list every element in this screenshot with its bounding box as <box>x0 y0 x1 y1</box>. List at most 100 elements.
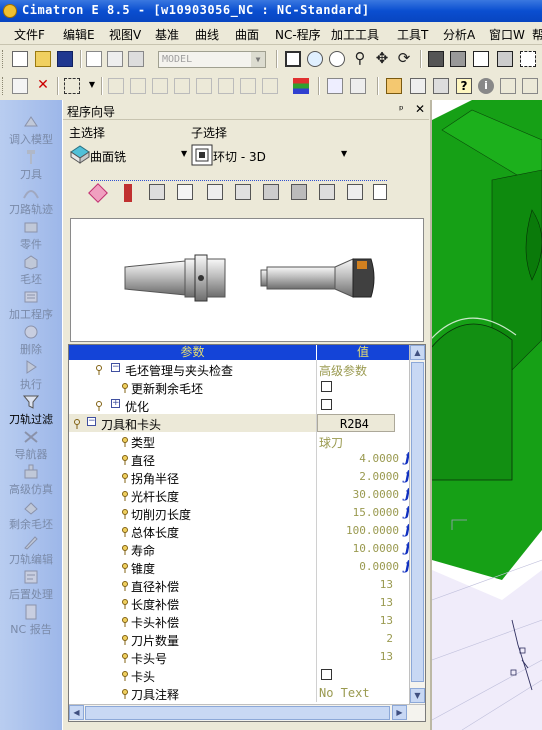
param-row[interactable]: − 毛坯管理与夹头检查 高级参数 <box>69 360 409 378</box>
param-value-cell[interactable]: 15.0000 ƒ <box>317 504 411 522</box>
collapse-toggle-icon[interactable]: − <box>87 417 96 426</box>
open-folder-icon[interactable] <box>35 51 51 67</box>
eraser-icon[interactable] <box>88 183 108 203</box>
simulation-step-icon[interactable] <box>291 184 307 200</box>
geometry-step-icon[interactable] <box>149 184 165 200</box>
param-value-cell[interactable]: R2B4 <box>317 414 395 432</box>
menu-view[interactable]: 视图V <box>109 26 141 43</box>
sidebar-item-filter[interactable]: 刀轨过滤 <box>0 394 62 428</box>
scroll-right-icon[interactable]: ▶ <box>392 705 407 720</box>
param-row[interactable]: 卡头补偿 13 <box>69 612 409 630</box>
copy-icon[interactable] <box>107 51 123 67</box>
collapse-toggle-icon[interactable]: − <box>111 363 120 372</box>
param-value-cell[interactable]: 高级参数 <box>317 360 409 378</box>
param-row[interactable]: 卡头 <box>69 666 409 684</box>
param-value-cell[interactable]: 30.0000 ƒ <box>317 486 411 504</box>
param-row[interactable]: 锥度 0.0000 ƒ <box>69 558 411 576</box>
info-icon[interactable]: i <box>478 78 494 94</box>
select-filter-icon[interactable] <box>12 78 28 94</box>
toolbar-grip[interactable] <box>2 77 6 95</box>
zoom-all-icon[interactable] <box>285 51 301 67</box>
menu-help[interactable]: 帮 <box>532 26 542 43</box>
param-row[interactable]: 拐角半径 2.0000 ƒ <box>69 468 411 486</box>
menu-surface[interactable]: 曲面 <box>235 26 259 43</box>
hidden-line-icon[interactable] <box>497 51 513 67</box>
menu-tools[interactable]: 工具T <box>397 26 428 43</box>
folder-step-icon[interactable] <box>235 184 251 200</box>
layer-swap-icon[interactable] <box>293 78 309 94</box>
param-value-cell[interactable]: 2.0000 ƒ <box>317 468 411 486</box>
sidebar-item-import-model[interactable]: 调入模型 <box>0 114 62 148</box>
report-step-icon[interactable] <box>373 184 387 200</box>
rotate-icon[interactable]: ⟳ <box>396 51 412 67</box>
chevron-down-icon[interactable]: ▼ <box>251 52 265 67</box>
menu-window[interactable]: 窗口W <box>489 26 525 43</box>
menu-file[interactable]: 文件F <box>14 26 45 43</box>
param-value-cell[interactable]: 13 <box>317 594 409 612</box>
table-step-icon[interactable] <box>177 184 193 200</box>
menu-curve[interactable]: 曲线 <box>195 26 219 43</box>
param-row[interactable]: + 优化 <box>69 396 409 414</box>
hscroll-thumb[interactable] <box>85 706 390 720</box>
zoom-window-icon[interactable] <box>307 51 323 67</box>
model-viewport[interactable] <box>432 100 542 730</box>
nc-wizard-icon[interactable] <box>386 78 402 94</box>
tool-step-icon[interactable] <box>124 184 132 202</box>
param-value-cell[interactable]: 13 <box>317 576 409 594</box>
param-checkbox[interactable] <box>321 381 332 392</box>
cut-icon[interactable] <box>86 51 102 67</box>
sidebar-item-tool[interactable]: 刀具 <box>0 149 62 183</box>
scroll-left-icon[interactable]: ◀ <box>69 705 84 720</box>
sub-select-dropdown[interactable]: 环切 - 3D ▼ <box>191 144 351 166</box>
verify-step-icon[interactable] <box>319 184 335 200</box>
shaded-cube-icon[interactable] <box>428 51 444 67</box>
sidebar-item-navigator[interactable]: 导航器 <box>0 429 62 463</box>
param-value-cell[interactable]: 10.0000 ƒ <box>317 540 411 558</box>
vertical-scrollbar[interactable]: ▲ ▼ <box>409 345 425 704</box>
param-checkbox[interactable] <box>321 399 332 410</box>
param-value-cell[interactable]: 球刀 <box>317 432 409 450</box>
sidebar-item-toolpath[interactable]: 刀路轨迹 <box>0 184 62 218</box>
param-row[interactable]: 更新剩余毛坯 <box>69 378 409 396</box>
param-row[interactable]: 切削刃长度 15.0000 ƒ <box>69 504 411 522</box>
param-checkbox[interactable] <box>321 669 332 680</box>
param-value-cell[interactable] <box>317 378 409 396</box>
zoom-icon[interactable] <box>329 51 345 67</box>
scroll-thumb[interactable] <box>411 362 424 682</box>
wireframe-icon[interactable] <box>473 51 489 67</box>
pin-icon[interactable]: ᵖ <box>399 103 404 116</box>
chevron-down-icon[interactable]: ▼ <box>341 149 347 158</box>
shaded-edges-icon[interactable] <box>450 51 466 67</box>
param-row[interactable]: 刀具注释 No Text <box>69 684 409 702</box>
param-value-cell[interactable]: 100.0000 ƒ <box>317 522 411 540</box>
param-row[interactable]: − 刀具和卡头 R2B4 <box>69 414 409 432</box>
box-select-icon[interactable] <box>64 78 80 94</box>
toolbar-grip[interactable] <box>2 50 6 68</box>
sidebar-item-nc-report[interactable]: NC 报告 <box>0 604 62 638</box>
sidebar-item-simulation[interactable]: 高级仿真 <box>0 464 62 498</box>
menu-analysis[interactable]: 分析A <box>443 26 475 43</box>
sidebar-item-stock[interactable]: 毛坯 <box>0 254 62 288</box>
param-value-cell[interactable]: 13 <box>317 612 409 630</box>
param-row[interactable]: 总体长度 100.0000 ƒ <box>69 522 411 540</box>
sidebar-item-remaining-stock[interactable]: 剩余毛坯 <box>0 499 62 533</box>
paste-icon[interactable] <box>128 51 144 67</box>
pan-icon[interactable]: ✥ <box>374 51 390 67</box>
param-value-cell[interactable] <box>317 396 409 414</box>
sidebar-item-part[interactable]: 零件 <box>0 219 62 253</box>
param-value-cell[interactable]: 4.0000 ƒ <box>317 450 411 468</box>
new-file-icon[interactable] <box>12 51 28 67</box>
nc-setup-icon[interactable] <box>410 78 426 94</box>
dropdown-arrow-icon[interactable]: ▼ <box>84 78 100 94</box>
view-cube-icon[interactable] <box>520 51 536 67</box>
sidebar-item-delete[interactable]: 删除 <box>0 324 62 358</box>
menu-edit[interactable]: 编辑E <box>63 26 95 43</box>
menu-datum[interactable]: 基准 <box>155 26 179 43</box>
sidebar-item-execute[interactable]: 执行 <box>0 359 62 393</box>
sidebar-item-post-process[interactable]: 后置处理 <box>0 569 62 603</box>
param-row[interactable]: 寿命 10.0000 ƒ <box>69 540 411 558</box>
menu-nc-program[interactable]: NC-程序 <box>275 26 321 43</box>
scroll-down-icon[interactable]: ▼ <box>410 688 425 703</box>
param-row[interactable]: 长度补偿 13 <box>69 594 409 612</box>
param-row[interactable]: 光杆长度 30.0000 ƒ <box>69 486 411 504</box>
